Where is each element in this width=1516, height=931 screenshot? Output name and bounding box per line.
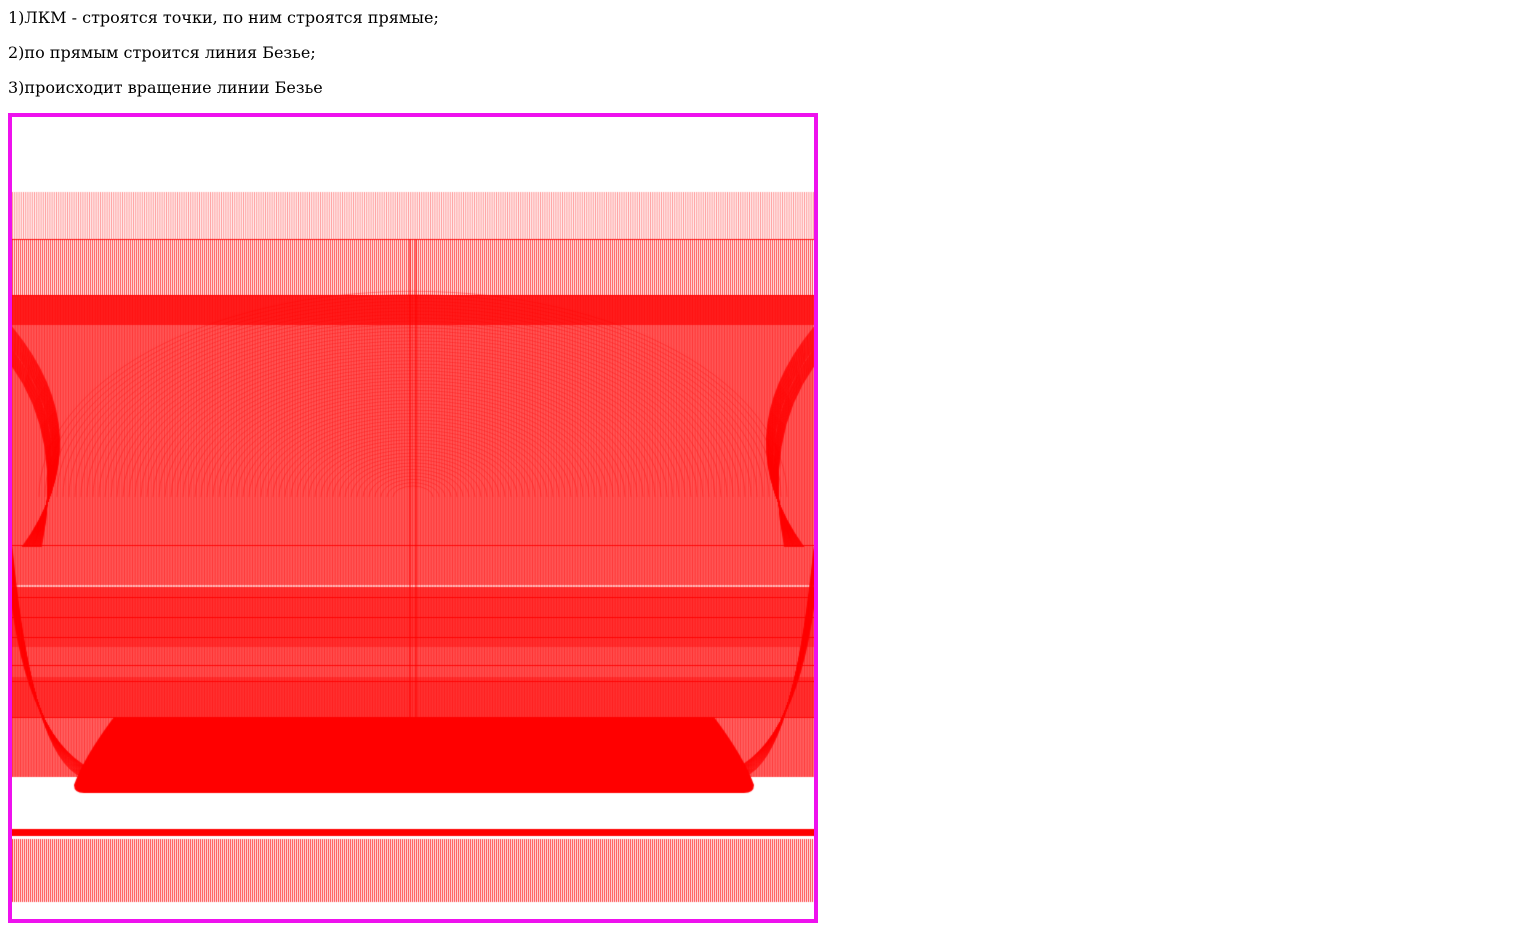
instructions: 1)ЛКМ - строятся точки, по ним строятся … [8, 0, 439, 105]
instruction-step-1: 1)ЛКМ - строятся точки, по ним строятся … [8, 8, 439, 27]
instruction-step-2: 2)по прямым строится линия Безье; [8, 43, 316, 62]
instruction-step-3: 3)происходит вращение линии Безье [8, 78, 323, 97]
bezier-drawing-canvas[interactable] [12, 117, 814, 919]
drawing-canvas-frame[interactable] [8, 113, 818, 923]
